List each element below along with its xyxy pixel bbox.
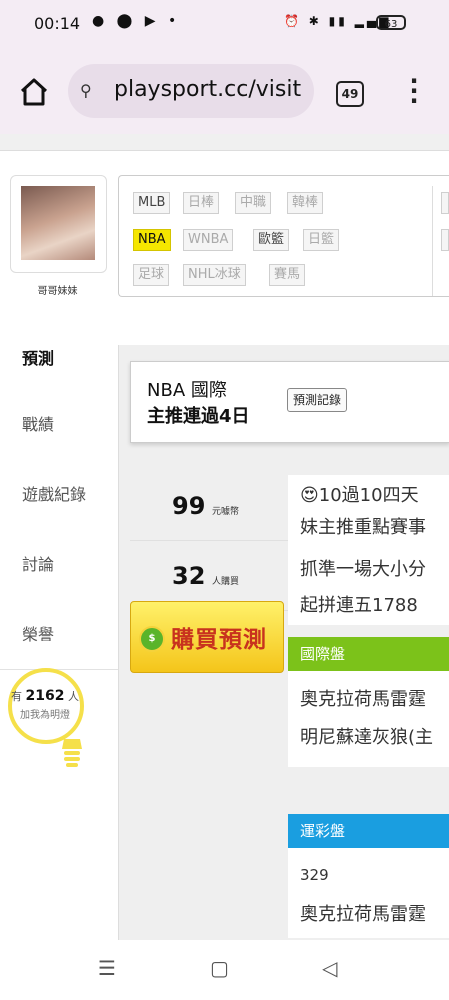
home-icon[interactable] xyxy=(18,76,50,108)
league-chip-mlb[interactable]: MLB xyxy=(133,192,171,214)
prediction-header: NBA 國際 主推連過4日 預測記錄 xyxy=(130,361,449,443)
sidebar-item-label: 討論 xyxy=(22,555,55,574)
sidebar-item-label: 戰績 xyxy=(22,415,55,434)
sidebar-item-label: 遊戲紀錄 xyxy=(22,485,87,504)
intl-team-away: 奧克拉荷馬雷霆 xyxy=(300,689,426,710)
price-value: 99 xyxy=(172,492,206,520)
status-bar: 00:14 ● ⬤ ▶ • ⏰ ✱ ▮▮ ▂▄▆ 63 xyxy=(0,0,449,48)
avatar-card[interactable] xyxy=(10,175,107,273)
lightbulb-icon xyxy=(62,739,82,767)
follow-count-number: 2162 xyxy=(25,688,65,704)
analysis-line: 起拼連五1788 xyxy=(300,595,418,616)
analysis-line: 妹主推重點賽事 xyxy=(300,517,426,538)
notification-icons: ● ⬤ ▶ • xyxy=(92,13,181,29)
sidebar-item-game-log[interactable]: 遊戲紀錄 xyxy=(0,459,118,530)
decorative-band xyxy=(0,134,449,151)
battery-icon: 63 xyxy=(376,15,406,30)
status-time: 00:14 xyxy=(34,14,81,33)
league-chip-overflow xyxy=(441,192,449,214)
url-text[interactable]: playsport.cc/visit xyxy=(114,77,310,102)
league-chip-kbo: 韓棒 xyxy=(287,192,324,214)
league-chip-cpbl: 中職 xyxy=(235,192,272,214)
analysis-line: 😍10過10四天 xyxy=(300,485,419,506)
follow-prefix: 有 xyxy=(11,690,23,703)
prediction-record-button[interactable]: 預測記錄 xyxy=(287,388,348,412)
sidebar-item-record[interactable]: 戰績 xyxy=(0,389,118,460)
sports-lottery-body: 329 奧克拉荷馬雷霆 xyxy=(288,848,449,938)
price-unit: 元噱幣 xyxy=(212,507,240,517)
buyers-value: 32 xyxy=(172,562,206,590)
buyers-unit: 人購買 xyxy=(212,577,240,587)
league-chip-overflow xyxy=(441,229,449,251)
lottery-code: 329 xyxy=(300,866,329,884)
site-settings-icon[interactable]: ⚲ xyxy=(80,81,92,100)
prediction-streak: 主推連過4日 xyxy=(147,406,250,427)
follow-suffix: 人 xyxy=(67,690,79,703)
league-chip-nba[interactable]: NBA xyxy=(133,229,171,251)
avatar[interactable] xyxy=(21,186,95,260)
prediction-league-title: NBA 國際 xyxy=(147,380,227,401)
league-chip-npb: 日棒 xyxy=(183,192,220,214)
league-chip-wnba: WNBA xyxy=(183,229,234,251)
price-stat: 99 元噱幣 xyxy=(130,470,288,541)
address-bar[interactable]: ⚲ playsport.cc/visit xyxy=(68,64,314,118)
league-chip-soccer: 足球 xyxy=(133,264,170,286)
home-nav-icon[interactable]: ▢ xyxy=(210,956,229,980)
league-chip-nhl: NHL冰球 xyxy=(183,264,246,286)
tab-switcher-button[interactable]: 49 xyxy=(336,81,364,107)
recents-icon[interactable]: ☰ xyxy=(98,956,116,980)
prediction-analysis: 😍10過10四天 妹主推重點賽事 抓準一場大小分 起拼連五1788 xyxy=(288,475,449,625)
sports-lottery-header: 運彩盤 xyxy=(288,814,449,848)
league-chip-jp-basketball: 日籃 xyxy=(303,229,340,251)
sidebar-item-label: 榮譽 xyxy=(22,625,55,644)
lottery-team: 奧克拉荷馬雷霆 xyxy=(300,904,426,925)
league-chip-horse-racing: 賽馬 xyxy=(269,264,306,286)
sidebar-item-honors[interactable]: 榮譽 xyxy=(0,599,118,670)
league-filter: MLB 日棒 中職 韓棒 NBA WNBA 歐籃 日籃 足球 NHL冰球 賽馬 xyxy=(118,175,449,297)
follow-caption: 加我為明燈 xyxy=(20,710,70,721)
follow-count: 有 2162 人 xyxy=(0,688,90,704)
intl-team-home: 明尼蘇達灰狼(主 xyxy=(300,727,434,748)
coin-icon: $ xyxy=(139,626,165,652)
divider xyxy=(432,186,433,296)
sidebar-item-discussion[interactable]: 討論 xyxy=(0,529,118,600)
analysis-line: 抓準一場大小分 xyxy=(300,559,426,580)
profile-name: 哥哥妹妹 xyxy=(37,286,78,297)
sidebar-item-label: 預測 xyxy=(22,349,55,368)
league-chip-euro-basketball[interactable]: 歐籃 xyxy=(253,229,290,251)
buy-prediction-button[interactable]: $ 購買預測 xyxy=(130,601,284,673)
buy-prediction-label: 購買預測 xyxy=(171,627,267,653)
more-menu-icon[interactable]: · · · xyxy=(406,69,422,113)
international-odds-body: 奧克拉荷馬雷霆 明尼蘇達灰狼(主 xyxy=(288,671,449,767)
system-navigation-bar: ☰ ▢ ◁ xyxy=(0,940,449,1000)
browser-toolbar: ⚲ playsport.cc/visit 49 · · · xyxy=(0,48,449,134)
international-odds-header: 國際盤 xyxy=(288,637,449,671)
back-icon[interactable]: ◁ xyxy=(322,956,337,980)
